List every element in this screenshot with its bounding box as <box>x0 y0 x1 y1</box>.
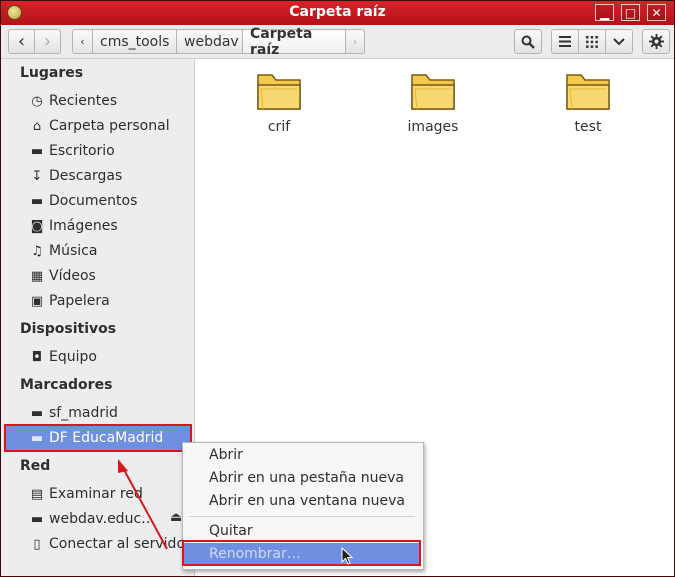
mouse-cursor-icon <box>341 547 354 565</box>
arrow-head-icon <box>118 459 128 473</box>
file-manager-window: Carpeta raíz ▁ □ ✕ ‹ › ‹ cms_tools webda… <box>0 0 675 577</box>
annotation-arrow <box>118 459 168 550</box>
